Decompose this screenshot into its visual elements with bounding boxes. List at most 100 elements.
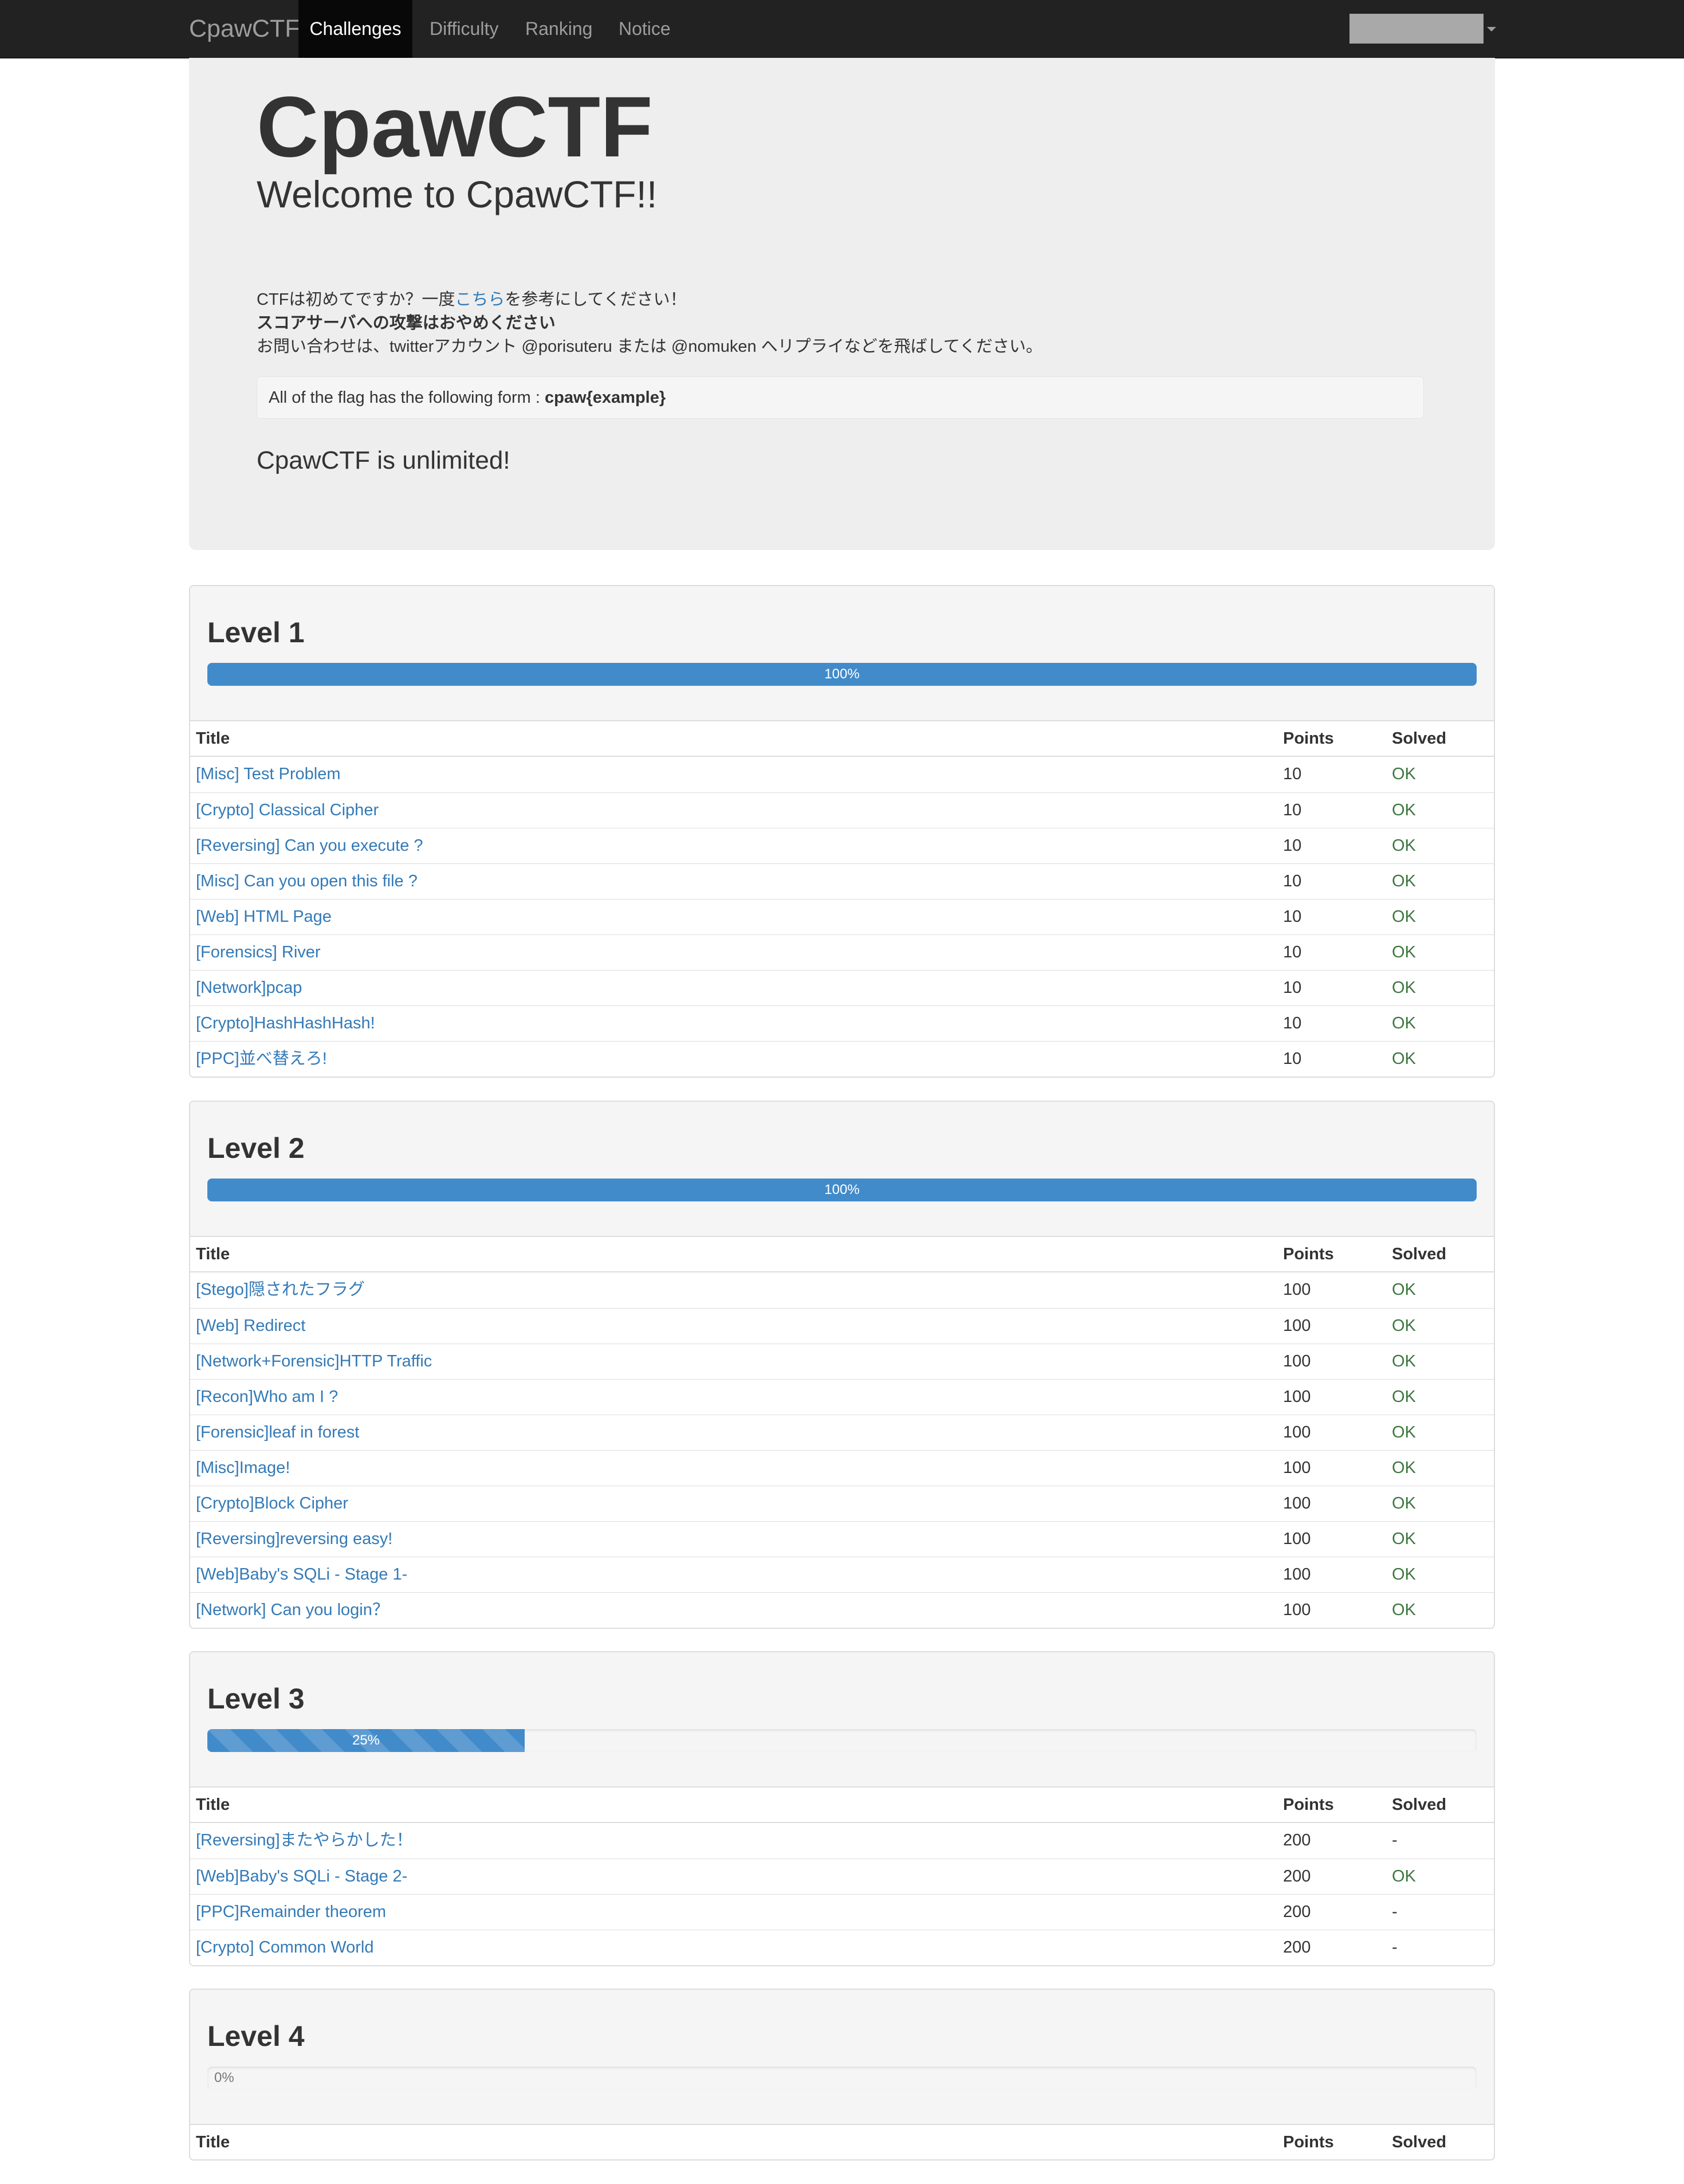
challenge-link[interactable]: [Web]Baby's SQLi - Stage 1-: [196, 1557, 407, 1592]
challenge-link[interactable]: [Web] HTML Page: [196, 899, 332, 934]
solved-status: -: [1392, 1831, 1398, 1849]
challenge-link[interactable]: [Misc] Test Problem: [196, 757, 340, 791]
challenge-link[interactable]: [Stego]隠されたフラグ: [196, 1272, 365, 1307]
challenge-points: 100: [1283, 1530, 1311, 1548]
solved-status: OK: [1392, 1050, 1416, 1068]
progress-fill: 100%: [207, 663, 1477, 686]
table-row: [Network+Forensic]HTTP Traffic 100 OK: [190, 1344, 1494, 1379]
solved-status: OK: [1392, 979, 1416, 997]
challenge-link[interactable]: [Reversing]またやらかした！: [196, 1823, 413, 1857]
welcome-subtitle: Welcome to CpawCTF!!: [257, 173, 658, 215]
contact-info: お問い合わせは、twitterアカウント @porisuteru または @no…: [257, 337, 1042, 356]
chevron-down-icon[interactable]: [1487, 27, 1496, 32]
header-solved: Solved: [1392, 2133, 1447, 2151]
challenge-points: 100: [1283, 1601, 1311, 1619]
intro-line1-prefix: CTFは初めてですか？一度: [257, 290, 455, 309]
challenge-table: Title Points Solved [Stego]隠されたフラグ 100 OK …: [190, 1236, 1494, 1628]
challenge-points: 10: [1283, 836, 1302, 855]
challenge-link[interactable]: [Misc] Can you open this file ?: [196, 864, 418, 898]
table-row: [PPC]並べ替えろ! 10 OK: [190, 1041, 1494, 1077]
header-title: Title: [196, 1245, 230, 1263]
table-row: [Reversing]またやらかした！ 200 -: [190, 1823, 1494, 1859]
challenge-link[interactable]: [Reversing] Can you execute ?: [196, 828, 423, 863]
progress-fill: 100%: [207, 1179, 1477, 1201]
beginner-guide-link[interactable]: こちら: [455, 290, 505, 309]
header-title: Title: [196, 729, 230, 748]
level-title: Level 3: [207, 1683, 305, 1715]
intro-line-beginner: CTFは初めてですか？一度こちらを参考にしてください！: [257, 288, 1042, 312]
table-row: [Reversing] Can you execute ? 10 OK: [190, 828, 1494, 863]
challenge-link[interactable]: [Web]Baby's SQLi - Stage 2-: [196, 1859, 407, 1894]
challenge-link[interactable]: [Web] Redirect: [196, 1309, 305, 1343]
challenge-table: Title Points Solved [Reversing]またやらかした！ 2…: [190, 1786, 1494, 1965]
challenge-points: 100: [1283, 1423, 1311, 1441]
nav-tab-ranking[interactable]: Ranking: [525, 0, 592, 58]
challenge-link[interactable]: [Crypto] Common World: [196, 1930, 374, 1965]
progress-bar: 25%: [207, 1729, 1477, 1752]
challenge-link[interactable]: [Network] Can you login？: [196, 1593, 389, 1627]
nav-tab-challenges[interactable]: Challenges: [298, 0, 412, 58]
table-header: Title Points Solved: [190, 2125, 1494, 2159]
challenge-points: 100: [1283, 1388, 1311, 1406]
challenge-points: 100: [1283, 1280, 1311, 1299]
table-row: [Crypto] Classical Cipher 10 OK: [190, 792, 1494, 828]
table-header: Title Points Solved: [190, 721, 1494, 757]
solved-status: OK: [1392, 943, 1416, 961]
challenge-link[interactable]: [Network+Forensic]HTTP Traffic: [196, 1344, 432, 1378]
challenge-link[interactable]: [Crypto]Block Cipher: [196, 1486, 348, 1521]
nav-tab-notice[interactable]: Notice: [619, 0, 671, 58]
table-row: [Misc] Can you open this file ? 10 OK: [190, 863, 1494, 899]
table-row: [Reversing]reversing easy! 100 OK: [190, 1521, 1494, 1557]
challenge-link[interactable]: [Reversing]reversing easy!: [196, 1522, 392, 1556]
solved-status: OK: [1392, 1014, 1416, 1032]
challenge-points: 200: [1283, 1831, 1311, 1849]
page-title: CpawCTF: [257, 78, 653, 175]
progress-fill: 0%: [214, 2070, 234, 2085]
challenge-link[interactable]: [Network]pcap: [196, 971, 302, 1005]
challenge-link[interactable]: [PPC]Remainder theorem: [196, 1895, 386, 1929]
user-menu-button[interactable]: [1349, 14, 1484, 44]
solved-status: OK: [1392, 1601, 1416, 1619]
solved-status: OK: [1392, 1388, 1416, 1406]
level-title: Level 4: [207, 2020, 305, 2052]
header-title: Title: [196, 2133, 230, 2151]
header-points: Points: [1283, 1245, 1334, 1263]
header-title: Title: [196, 1796, 230, 1814]
progress-bar: 100%: [207, 1179, 1477, 1201]
challenge-link[interactable]: [Forensics] River: [196, 935, 321, 969]
challenge-link[interactable]: [Misc]Image!: [196, 1451, 290, 1485]
navbar-brand[interactable]: CpawCTF: [189, 0, 300, 58]
challenge-points: 100: [1283, 1352, 1311, 1370]
challenge-link[interactable]: [Crypto]HashHashHash!: [196, 1006, 375, 1040]
welcome-jumbotron: CpawCTF Welcome to CpawCTF!! CTFは初めてですか？…: [189, 58, 1495, 550]
header-solved: Solved: [1392, 1245, 1447, 1263]
level-title: Level 2: [207, 1132, 305, 1164]
nav-tab-difficulty[interactable]: Difficulty: [430, 0, 498, 58]
challenge-points: 10: [1283, 872, 1302, 890]
header-points: Points: [1283, 2133, 1334, 2151]
level-2-panel: Level 2 100% Title Points Solved [Stego]…: [189, 1101, 1495, 1629]
header-points: Points: [1283, 1796, 1334, 1814]
table-row: [Crypto]Block Cipher 100 OK: [190, 1486, 1494, 1521]
table-row: [PPC]Remainder theorem 200 -: [190, 1894, 1494, 1930]
challenge-link[interactable]: [Crypto] Classical Cipher: [196, 793, 379, 827]
challenge-points: 10: [1283, 943, 1302, 961]
challenge-points: 100: [1283, 1565, 1311, 1584]
table-row: [Crypto]HashHashHash! 10 OK: [190, 1005, 1494, 1041]
challenge-link[interactable]: [Recon]Who am I ?: [196, 1380, 338, 1414]
solved-status: OK: [1392, 908, 1416, 926]
challenge-link[interactable]: [PPC]並べ替えろ!: [196, 1042, 327, 1076]
challenge-points: 10: [1283, 1014, 1302, 1032]
level-1-panel: Level 1 100% Title Points Solved [Misc] …: [189, 585, 1495, 1078]
level-3-panel: Level 3 25% Title Points Solved [Reversi…: [189, 1651, 1495, 1966]
challenge-points: 10: [1283, 801, 1302, 819]
attack-warning: スコアサーバへの攻撃はおやめください: [257, 314, 556, 332]
flag-format-prefix: All of the flag has the following form :: [269, 388, 545, 407]
solved-status: OK: [1392, 1280, 1416, 1299]
solved-status: OK: [1392, 836, 1416, 855]
challenge-link[interactable]: [Forensic]leaf in forest: [196, 1415, 359, 1450]
solved-status: OK: [1392, 872, 1416, 890]
solved-status: OK: [1392, 1423, 1416, 1441]
header-points: Points: [1283, 729, 1334, 748]
level-title: Level 1: [207, 616, 305, 649]
